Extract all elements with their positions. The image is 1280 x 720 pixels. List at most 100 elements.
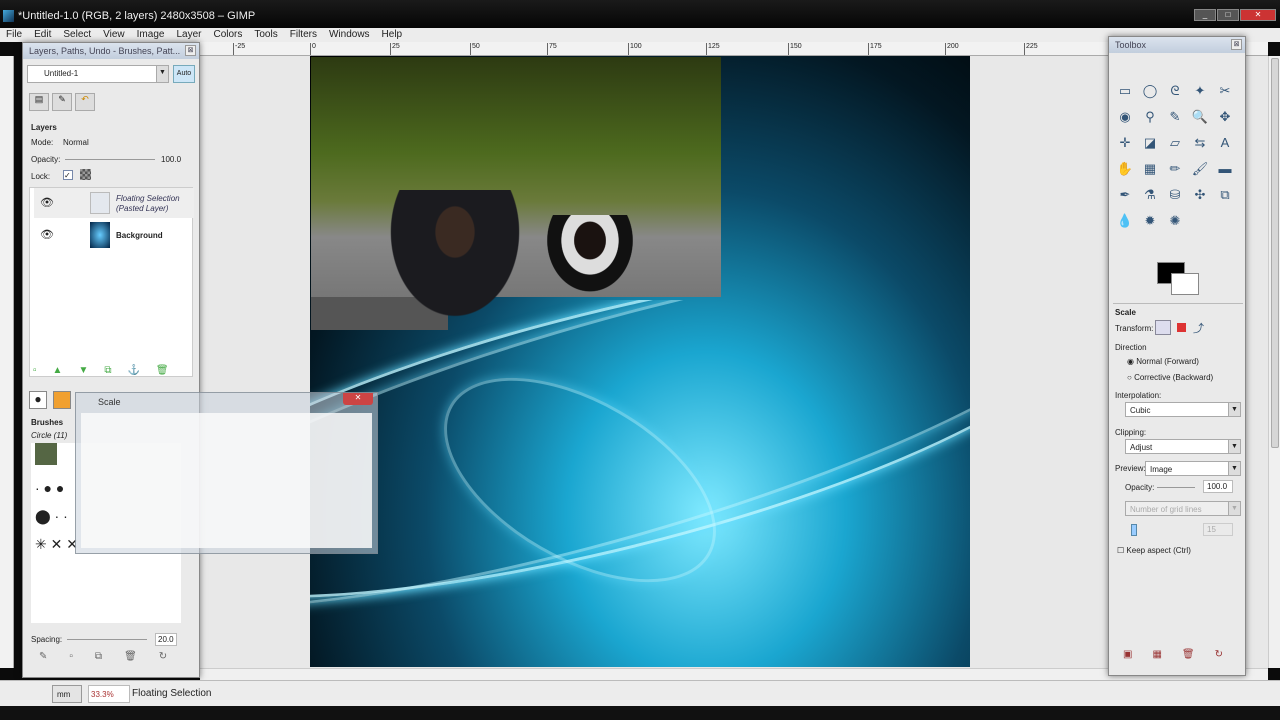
scale-dialog-close-button[interactable]: ✕ [343,393,373,405]
brush-buttons[interactable]: ✎▫⧉🗑↻ [39,651,189,662]
scale-dialog: Scale ✕ [75,392,378,554]
lock-pixels-checkbox[interactable]: ✓ [63,170,73,180]
tool-button[interactable]: ▭ [1115,81,1135,101]
image-select[interactable]: Untitled-1 ▼ [27,65,169,83]
brush-item[interactable]: ✳ ✕ ✕ [35,536,78,552]
menu-windows[interactable]: Windows [329,28,370,42]
tool-button[interactable]: ⛁ [1165,185,1185,205]
layer-row[interactable]: 👁 Background [34,220,194,250]
spacing-value[interactable]: 20.0 [155,633,177,646]
menu-filters[interactable]: Filters [290,28,317,42]
image-name: Untitled-1 [44,69,79,78]
brush-item[interactable] [35,443,57,465]
tool-button[interactable]: ✎ [1165,107,1185,127]
maximize-button[interactable]: □ [1217,9,1239,21]
menu-tools[interactable]: Tools [254,28,277,42]
tool-button[interactable]: ✺ [1165,211,1185,231]
menu-help[interactable]: Help [382,28,403,42]
tool-button[interactable]: 💧 [1115,211,1135,231]
tool-button[interactable]: ⇆ [1190,133,1210,153]
auto-button[interactable]: Auto [173,65,195,83]
background-color[interactable] [1171,273,1199,295]
toolbox-close-button[interactable]: ⊠ [1231,39,1242,50]
tool-button[interactable]: ⚲ [1140,107,1160,127]
tool-button[interactable]: ✦ [1190,81,1210,101]
tool-button[interactable]: ◉ [1115,107,1135,127]
eye-icon[interactable]: 👁 [40,196,54,209]
transform-layer-icon[interactable] [1155,320,1171,335]
ruler-tick: 200 [945,43,959,55]
menu-layer[interactable]: Layer [176,28,201,42]
tool-button[interactable]: ◪ [1140,133,1160,153]
ruler-tick: 0 [310,43,316,55]
tool-button[interactable]: ✏ [1165,159,1185,179]
tab-layers-icon[interactable]: ▤ [29,93,49,111]
preview-opacity-value[interactable]: 100.0 [1203,480,1233,493]
clipping-select[interactable]: Adjust ▼ [1125,439,1241,454]
tool-button[interactable]: ▬ [1215,159,1235,179]
menu-colors[interactable]: Colors [213,28,242,42]
preview-select[interactable]: Image ▼ [1145,461,1241,476]
minimize-button[interactable]: _ [1194,9,1216,21]
brush-item[interactable]: ⬤ · · [35,508,68,524]
mode-value[interactable]: Normal [63,138,89,147]
close-button[interactable]: ✕ [1240,9,1276,21]
layer-name: Background [116,231,163,240]
dock-close-button[interactable]: ⊠ [185,45,196,56]
brush-name: Circle (11) [31,431,68,440]
preview-opacity-slider[interactable] [1157,487,1195,488]
toolbox-title: Toolbox [1115,40,1147,50]
keep-aspect-checkbox[interactable]: ☐ Keep aspect (Ctrl) [1117,546,1191,555]
tool-button[interactable]: ✛ [1115,133,1135,153]
layer-buttons[interactable]: ▫▲▼⧉⚓🗑 [33,365,185,376]
tool-button[interactable]: ⚗ [1140,185,1160,205]
eye-icon[interactable]: 👁 [40,228,54,241]
tool-button[interactable]: ✂ [1215,81,1235,101]
tool-button[interactable]: 🔍 [1190,107,1210,127]
grid-value: 15 [1203,523,1233,536]
tool-button[interactable]: ✥ [1215,107,1235,127]
tool-button[interactable]: 🖌 [1190,159,1210,179]
tool-options-buttons[interactable]: ▣▦🗑↻ [1123,649,1243,660]
status-bar: mm 33.3% Floating Selection [0,680,1280,706]
transform-path-icon[interactable]: ⤴ [1193,320,1204,336]
tool-button[interactable]: ▦ [1140,159,1160,179]
tool-button[interactable]: ⧉ [1215,185,1235,205]
tool-button[interactable]: ✣ [1190,185,1210,205]
tool-button[interactable]: ✋ [1115,159,1135,179]
brush-item[interactable]: · ● ● [35,480,64,496]
unit-select[interactable]: mm [52,685,82,703]
tool-button[interactable]: ✒ [1115,185,1135,205]
tool-button[interactable]: ◯ [1140,81,1160,101]
ruler-tick: 75 [547,43,557,55]
tool-button[interactable]: ✹ [1140,211,1160,231]
tool-button[interactable]: A [1215,133,1235,153]
vertical-scrollbar[interactable] [1268,56,1280,668]
menu-edit[interactable]: Edit [34,28,51,42]
tool-options-heading: Scale [1115,308,1136,317]
menu-image[interactable]: Image [137,28,165,42]
zoom-select[interactable]: 33.3% [88,685,130,703]
tool-button[interactable]: ᘓ [1165,81,1185,101]
interpolation-select[interactable]: Cubic ▼ [1125,402,1241,417]
brush-tab-icon[interactable]: ● [29,391,47,409]
menu-view[interactable]: View [103,28,125,42]
spacing-slider[interactable] [67,639,147,640]
tab-undo-icon[interactable]: ↶ [75,93,95,111]
interpolation-label: Interpolation: [1115,391,1162,400]
transform-selection-icon[interactable] [1177,323,1186,332]
select-value: Adjust [1130,443,1153,452]
menu-select[interactable]: Select [63,28,91,42]
direction-normal-radio[interactable]: ◉ Normal (Forward) [1127,357,1199,366]
direction-corrective-radio[interactable]: ○ Corrective (Backward) [1127,373,1213,382]
menu-file[interactable]: File [6,28,22,42]
lock-alpha-icon[interactable] [80,169,91,180]
taskbar [0,706,1280,720]
tool-button[interactable]: ▱ [1165,133,1185,153]
pattern-tab-icon[interactable] [53,391,71,409]
opacity-slider[interactable] [65,159,155,160]
opacity-value[interactable]: 100.0 [161,155,181,164]
tab-paths-icon[interactable]: ✎ [52,93,72,111]
direction-label: Direction [1115,343,1147,352]
layer-row[interactable]: 👁 Floating Selection (Pasted Layer) [34,188,194,218]
